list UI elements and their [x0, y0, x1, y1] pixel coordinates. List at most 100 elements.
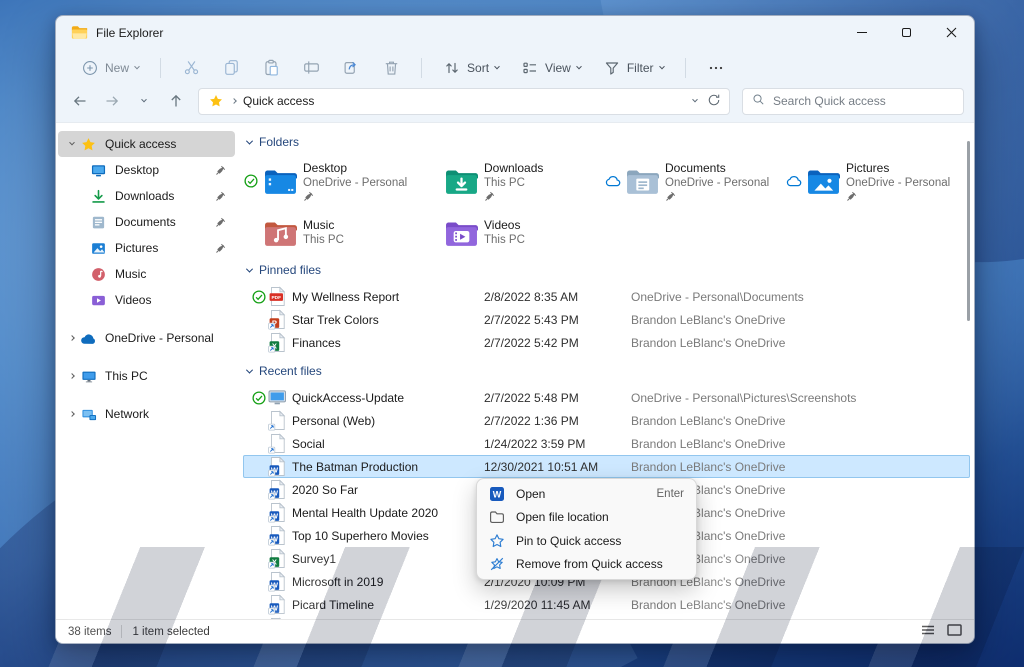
file-date: 2/7/2022 1:36 PM: [484, 413, 579, 428]
delete-button[interactable]: [373, 54, 409, 82]
view-button[interactable]: View: [512, 54, 590, 82]
filter-button[interactable]: Filter: [594, 54, 673, 82]
sort-button[interactable]: Sort: [434, 54, 508, 82]
context-menu-item-pin-to-quick-access[interactable]: Pin to Quick access: [477, 529, 696, 553]
section-title: Recent files: [259, 364, 322, 378]
section-header-folders[interactable]: Folders: [243, 131, 970, 153]
see-more-button[interactable]: [698, 54, 734, 82]
chevron-right-icon[interactable]: [64, 335, 80, 341]
documents-icon: [90, 214, 107, 230]
sidebar-item-quick-access[interactable]: Quick access: [58, 131, 235, 157]
videos-icon: [90, 292, 107, 308]
app-folder-icon: [70, 24, 88, 42]
search-box[interactable]: [742, 87, 964, 115]
sidebar-item-desktop[interactable]: Desktop: [58, 157, 235, 183]
chevron-down-icon[interactable]: [64, 139, 80, 146]
sidebar-item-music[interactable]: Music: [58, 261, 235, 287]
thispc-icon: [80, 368, 97, 384]
chevron-down-icon: [134, 63, 140, 69]
share-icon: [342, 59, 360, 77]
address-dropdown-icon[interactable]: [692, 96, 698, 103]
sidebar-item-label: Downloads: [115, 189, 175, 203]
pin-icon: [846, 191, 950, 202]
file-name: Survey1: [292, 551, 337, 566]
folder-tile-desktop[interactable]: Desktop OneDrive - Personal: [243, 159, 424, 203]
file-row-quickaccess-update[interactable]: QuickAccess-Update 2/7/2022 5:48 PM OneDri…: [243, 386, 970, 409]
file-row-the-batman-production[interactable]: WThe Batman Production 12/30/2021 10:51 A…: [243, 455, 970, 478]
sidebar-item-videos[interactable]: Videos: [58, 287, 235, 313]
details-view-icon[interactable]: [921, 624, 935, 639]
collapse-chevron-icon[interactable]: [245, 366, 254, 374]
context-menu-item-open[interactable]: W Open Enter: [477, 482, 696, 506]
folder-documents-icon: [626, 168, 660, 195]
file-location: Brandon LeBlanc's OneDrive: [631, 597, 786, 612]
plus-circle-icon: [81, 59, 99, 77]
rename-button[interactable]: [293, 54, 329, 82]
file-row-finances[interactable]: XFinances 2/7/2022 5:42 PM Brandon LeBlanc…: [243, 331, 970, 354]
sidebar-item-this-pc[interactable]: This PC: [58, 363, 235, 389]
forward-button[interactable]: [98, 87, 126, 115]
up-button[interactable]: [162, 87, 190, 115]
chevron-right-icon[interactable]: [64, 373, 80, 379]
large-icons-view-icon[interactable]: [947, 624, 962, 639]
section-header-pinned-files[interactable]: Pinned files: [243, 259, 970, 281]
xls-file-icon: X: [268, 332, 292, 353]
scrollbar[interactable]: [965, 133, 973, 609]
folder-tile-downloads[interactable]: Downloads This PC: [424, 159, 605, 203]
context-menu-item-remove-from-quick-access[interactable]: Remove from Quick access: [477, 553, 696, 577]
pin-icon: [215, 243, 227, 254]
back-button[interactable]: [66, 87, 94, 115]
share-button[interactable]: [333, 54, 369, 82]
folder-tile-videos[interactable]: Videos This PC: [424, 211, 605, 255]
status-check-icon: [250, 289, 268, 304]
file-row-picard-timeline[interactable]: WPicard Timeline 1/29/2020 11:45 AM Brando…: [243, 593, 970, 616]
copy-icon: [222, 59, 240, 77]
star-icon: [80, 136, 97, 152]
status-cloud-icon: [605, 175, 621, 187]
file-date: 2/7/2022 5:43 PM: [484, 312, 579, 327]
sidebar-item-documents[interactable]: Documents: [58, 209, 235, 235]
window-controls: [839, 16, 974, 49]
maximize-button[interactable]: [884, 16, 929, 49]
close-button[interactable]: [929, 16, 974, 49]
recent-locations-button[interactable]: [130, 87, 158, 115]
file-row-item[interactable]: [243, 616, 970, 619]
file-row-star-trek-colors[interactable]: PStar Trek Colors 2/7/2022 5:43 PM Brandon…: [243, 308, 970, 331]
minimize-button[interactable]: [839, 16, 884, 49]
pin-icon: [215, 217, 227, 228]
word-file-icon: W: [268, 456, 292, 477]
sidebar-item-downloads[interactable]: Downloads: [58, 183, 235, 209]
sidebar-item-network[interactable]: Network: [58, 401, 235, 427]
file-name: Finances: [292, 335, 341, 350]
cut-icon: [182, 59, 200, 77]
refresh-icon[interactable]: [707, 93, 721, 110]
chevron-right-icon[interactable]: [64, 411, 80, 417]
file-row-my-wellness-report[interactable]: PDF My Wellness Report 2/8/2022 8:35 AM One…: [243, 285, 970, 308]
search-input[interactable]: [773, 94, 954, 108]
address-bar[interactable]: Quick access: [198, 87, 730, 115]
doc-file-icon: [268, 617, 292, 619]
file-row-social[interactable]: Social 1/24/2022 3:59 PM Brandon LeBlanc's…: [243, 432, 970, 455]
section-header-recent-files[interactable]: Recent files: [243, 360, 970, 382]
chevron-down-icon: [575, 63, 582, 69]
pin-icon: [303, 191, 407, 202]
file-name: Social: [292, 436, 325, 451]
scrollbar-thumb[interactable]: [967, 141, 970, 321]
file-row-personal-web[interactable]: Personal (Web) 2/7/2022 1:36 PM Brandon Le…: [243, 409, 970, 432]
collapse-chevron-icon[interactable]: [245, 265, 254, 273]
collapse-chevron-icon[interactable]: [245, 137, 254, 145]
rename-icon: [302, 59, 320, 77]
context-menu-item-open-file-location[interactable]: Open file location: [477, 506, 696, 530]
cut-button[interactable]: [173, 54, 209, 82]
file-date: 2/7/2022 5:42 PM: [484, 335, 579, 350]
sidebar-item-pictures[interactable]: Pictures: [58, 235, 235, 261]
new-button[interactable]: New: [72, 54, 148, 82]
folder-tile-music[interactable]: Music This PC: [243, 211, 424, 255]
copy-button[interactable]: [213, 54, 249, 82]
breadcrumb[interactable]: Quick access: [243, 94, 686, 108]
sort-icon: [443, 59, 461, 77]
folder-tile-documents[interactable]: Documents OneDrive - Personal: [605, 159, 786, 203]
paste-button[interactable]: [253, 54, 289, 82]
folder-tile-pictures[interactable]: Pictures OneDrive - Personal: [786, 159, 967, 203]
sidebar-item-onedrive-personal[interactable]: OneDrive - Personal: [58, 325, 235, 351]
